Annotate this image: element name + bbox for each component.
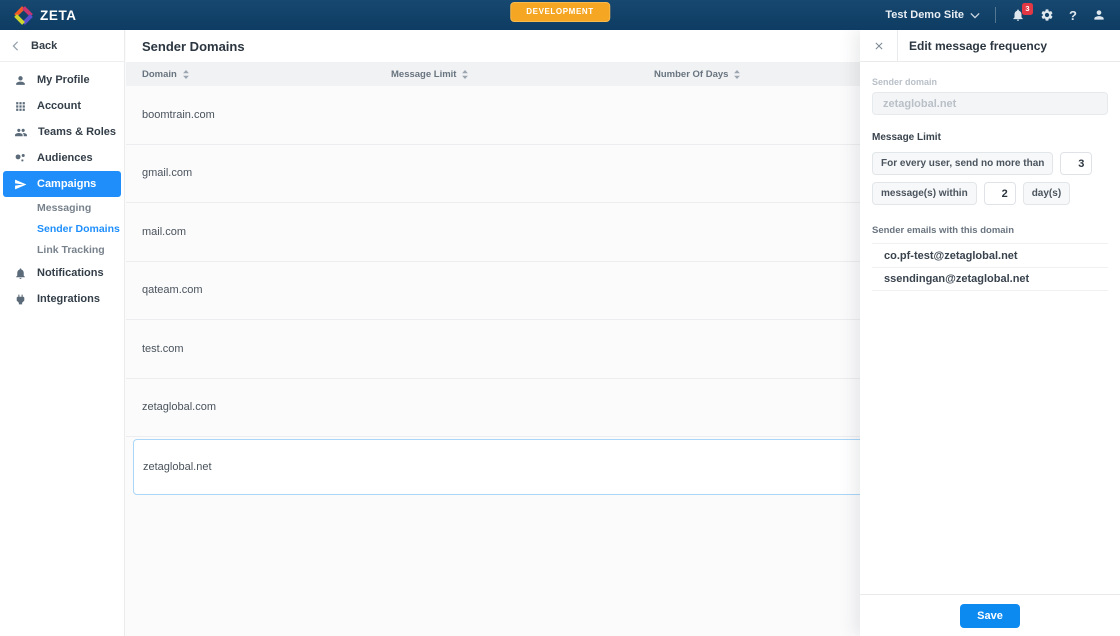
- sidebar-item-teams-roles[interactable]: Teams & Roles: [0, 119, 124, 145]
- days-suffix-chip: day(s): [1023, 182, 1070, 205]
- domain-cell: gmail.com: [142, 167, 192, 179]
- user-icon: [14, 74, 27, 87]
- topbar: ZETA DEVELOPMENT Test Demo Site 3 ?: [0, 0, 1120, 30]
- domain-cell: zetaglobal.net: [143, 461, 212, 473]
- zeta-diamond-icon: [14, 6, 33, 25]
- grid-icon: [14, 100, 27, 113]
- paper-plane-icon: [14, 178, 27, 191]
- edit-message-frequency-panel: Edit message frequency Sender domain Mes…: [860, 30, 1120, 636]
- brand-name: ZETA: [40, 8, 77, 23]
- domain-cell: boomtrain.com: [142, 109, 215, 121]
- sidebar-item-label: Teams & Roles: [38, 126, 116, 138]
- close-panel-button[interactable]: [860, 30, 897, 61]
- messages-count-input[interactable]: [1060, 152, 1092, 175]
- environment-badge: DEVELOPMENT: [510, 2, 610, 22]
- sidebar-item-my-profile[interactable]: My Profile: [0, 67, 124, 93]
- sidebar-item-label: Account: [37, 100, 81, 112]
- messages-within-chip: message(s) within: [872, 182, 977, 205]
- sidebar-item-account[interactable]: Account: [0, 93, 124, 119]
- notifications-bell-icon[interactable]: 3: [1011, 8, 1025, 22]
- settings-gear-icon[interactable]: [1040, 8, 1054, 22]
- bubbles-icon: [14, 152, 27, 165]
- sender-email-address: ssendingan@zetaglobal.net: [884, 273, 1029, 285]
- save-button[interactable]: Save: [960, 604, 1020, 628]
- sidebar-item-notifications[interactable]: Notifications: [0, 260, 124, 286]
- page-title: Sender Domains: [142, 39, 245, 54]
- sidebar-item-label: Integrations: [37, 293, 100, 305]
- sidebar-subitem-link-tracking[interactable]: Link Tracking: [0, 239, 124, 260]
- notification-count-badge: 3: [1022, 3, 1033, 15]
- sidebar-item-label: Notifications: [37, 267, 104, 279]
- message-limit-label: Message Limit: [872, 132, 1108, 143]
- zeta-logo[interactable]: ZETA: [14, 6, 77, 25]
- bell-icon: [14, 267, 27, 280]
- sidebar-item-label: Audiences: [37, 152, 93, 164]
- sidebar-item-label: Campaigns: [37, 178, 96, 190]
- site-selector[interactable]: Test Demo Site: [885, 9, 980, 21]
- plug-icon: [14, 293, 27, 306]
- sender-emails-label: Sender emails with this domain: [872, 225, 1108, 236]
- column-header-message-limit[interactable]: Message Limit: [391, 62, 468, 86]
- message-limit-prefix-chip: For every user, send no more than: [872, 152, 1053, 175]
- sidebar-item-integrations[interactable]: Integrations: [0, 286, 124, 312]
- sender-email-item: co.pf-test@zetaglobal.net: [872, 243, 1108, 267]
- panel-title: Edit message frequency: [898, 39, 1047, 53]
- sidebar-item-label: My Profile: [37, 74, 90, 86]
- column-label: Domain: [142, 69, 177, 80]
- sidebar-subitem-label: Sender Domains: [37, 223, 120, 235]
- sender-email-item: ssendingan@zetaglobal.net: [872, 267, 1108, 291]
- domain-cell: zetaglobal.com: [142, 401, 216, 413]
- panel-footer: Save: [860, 594, 1120, 636]
- user-profile-icon[interactable]: [1092, 8, 1106, 22]
- sidebar-subitem-sender-domains[interactable]: Sender Domains: [0, 218, 124, 239]
- sidebar-subitem-label: Messaging: [37, 202, 91, 214]
- days-count-input[interactable]: [984, 182, 1016, 205]
- column-header-number-of-days[interactable]: Number Of Days: [654, 62, 740, 86]
- domain-cell: test.com: [142, 343, 184, 355]
- back-button[interactable]: Back: [0, 30, 124, 62]
- chevron-left-icon: [12, 41, 19, 51]
- topbar-divider: [995, 7, 996, 23]
- panel-header: Edit message frequency: [860, 30, 1120, 62]
- column-header-domain[interactable]: Domain: [142, 62, 189, 86]
- back-label: Back: [31, 40, 57, 52]
- chevron-down-icon: [970, 12, 980, 19]
- site-selector-label: Test Demo Site: [885, 9, 964, 21]
- domain-cell: mail.com: [142, 226, 186, 238]
- sort-icon: [734, 70, 740, 79]
- sidebar-item-audiences[interactable]: Audiences: [0, 145, 124, 171]
- sort-icon: [183, 70, 189, 79]
- sender-domain-input: [872, 92, 1108, 115]
- people-icon: [14, 126, 28, 139]
- close-icon: [873, 40, 885, 52]
- panel-body: Sender domain Message Limit For every us…: [860, 62, 1120, 594]
- column-label: Message Limit: [391, 69, 456, 80]
- sidebar-subitem-label: Link Tracking: [37, 244, 105, 256]
- help-icon[interactable]: ?: [1069, 8, 1077, 23]
- sender-domain-label: Sender domain: [872, 77, 1108, 87]
- domain-cell: qateam.com: [142, 284, 203, 296]
- sidebar: Back My Profile Account Teams & Roles Au…: [0, 30, 125, 636]
- column-label: Number Of Days: [654, 69, 728, 80]
- sender-email-address: co.pf-test@zetaglobal.net: [884, 250, 1018, 262]
- sidebar-item-campaigns[interactable]: Campaigns: [3, 171, 121, 197]
- sidebar-subitem-messaging[interactable]: Messaging: [0, 197, 124, 218]
- sort-icon: [462, 70, 468, 79]
- sender-emails-list: co.pf-test@zetaglobal.net ssendingan@zet…: [872, 243, 1108, 291]
